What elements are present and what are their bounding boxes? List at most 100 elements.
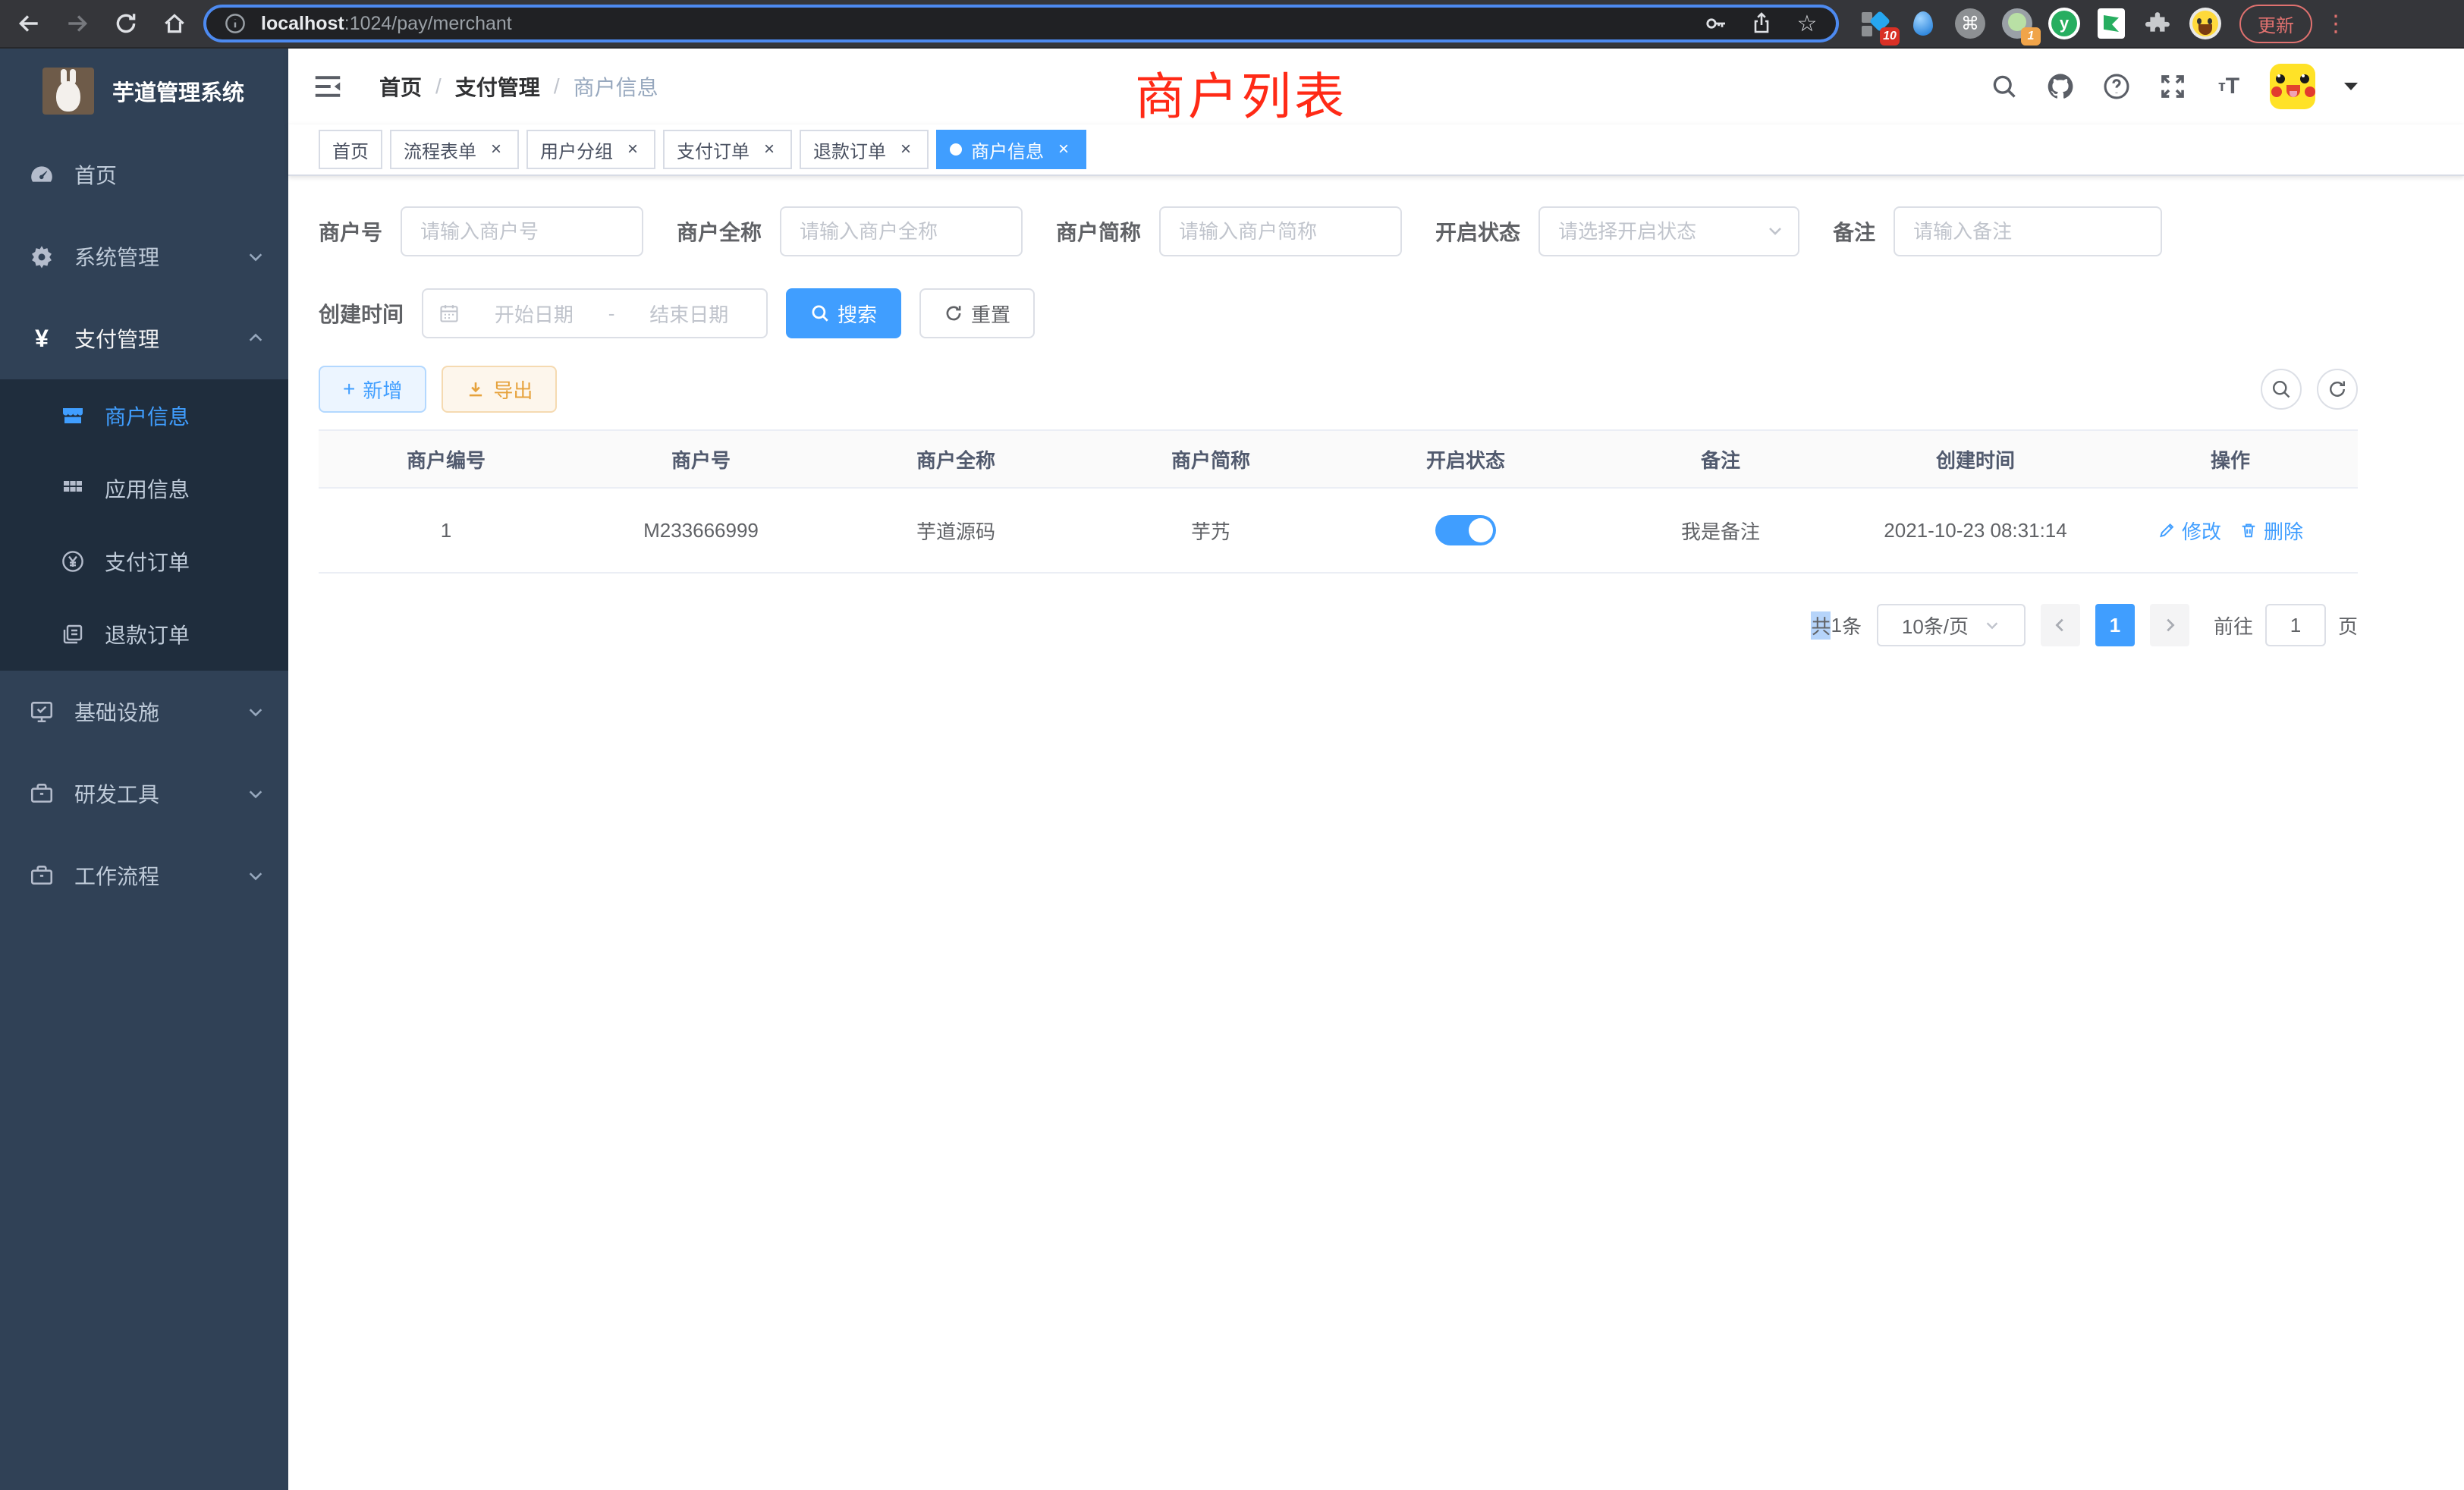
browser-menu-icon[interactable]: ⋮	[2324, 11, 2347, 37]
export-button[interactable]: 导出	[442, 366, 557, 413]
sidebar-item-devtools[interactable]: 研发工具	[0, 753, 288, 835]
url-bar[interactable]: localhost:1024/pay/merchant ☆	[203, 5, 1839, 42]
refresh-table-button[interactable]	[2317, 369, 2358, 410]
col-status: 开启状态	[1338, 431, 1593, 487]
goto-label: 前往	[2214, 611, 2253, 640]
close-icon[interactable]: ×	[1054, 140, 1073, 159]
cell-create-time: 2021-10-23 08:31:14	[1848, 489, 2103, 572]
cell-merchant-id: 1	[319, 489, 574, 572]
breadcrumb: 首页 / 支付管理 / 商户信息	[379, 71, 658, 102]
sidebar-item-payment[interactable]: ¥ 支付管理	[0, 297, 288, 379]
close-icon[interactable]: ×	[624, 140, 642, 159]
breadcrumb-home[interactable]: 首页	[379, 71, 422, 102]
avatar-caret-down-icon[interactable]	[2344, 83, 2358, 90]
extension-blue-diamond-icon[interactable]: 10	[1860, 8, 1892, 39]
sidebar-item-refund-order[interactable]: 退款订单	[0, 598, 288, 671]
table-header-row: 商户编号 商户号 商户全称 商户简称 开启状态 备注 创建时间 操作	[319, 431, 2358, 489]
sidebar-item-workflow[interactable]: 工作流程	[0, 835, 288, 916]
sidebar-item-label: 商户信息	[105, 401, 190, 431]
prev-page-button[interactable]	[2041, 604, 2080, 646]
home-icon[interactable]	[161, 10, 188, 37]
sidebar-collapse-icon[interactable]	[313, 71, 343, 102]
main-area: 商户列表 首页 / 支付管理 / 商户信息 тT	[288, 49, 2464, 1490]
sidebar-item-label: 研发工具	[74, 778, 159, 809]
sidebar-item-app-info[interactable]: 应用信息	[0, 452, 288, 525]
extension-balloon-icon[interactable]	[1907, 8, 1939, 39]
screen: localhost:1024/pay/merchant ☆ 10 ⌘ 1 y	[0, 0, 2464, 1490]
merchant-no-input[interactable]	[401, 206, 643, 256]
forward-icon[interactable]	[64, 10, 91, 37]
calendar-icon	[438, 303, 460, 324]
reset-button[interactable]: 重置	[919, 288, 1035, 338]
reload-icon[interactable]	[112, 10, 140, 37]
font-size-icon[interactable]: тT	[2214, 71, 2244, 102]
sidebar-item-system[interactable]: 系统管理	[0, 215, 288, 297]
help-icon[interactable]	[2101, 71, 2132, 102]
col-full-name: 商户全称	[828, 431, 1083, 487]
close-icon[interactable]: ×	[897, 140, 915, 159]
chrome-update-button[interactable]: 更新	[2239, 5, 2312, 43]
merchant-short-input[interactable]	[1159, 206, 1402, 256]
dashboard-icon	[29, 162, 55, 187]
close-icon[interactable]: ×	[760, 140, 778, 159]
browser-profile-avatar[interactable]	[2189, 8, 2221, 39]
extension-y-icon[interactable]: y	[2048, 8, 2080, 39]
bookmark-star-icon[interactable]: ☆	[1793, 10, 1821, 37]
create-time-range-input[interactable]: 开始日期 - 结束日期	[422, 288, 768, 338]
search-button[interactable]: 搜索	[786, 288, 901, 338]
col-merchant-no: 商户号	[574, 431, 828, 487]
sidebar-item-home[interactable]: 首页	[0, 134, 288, 215]
sidebar-item-infra[interactable]: 基础设施	[0, 671, 288, 753]
sidebar-item-merchant-info[interactable]: 商户信息	[0, 379, 288, 452]
plus-icon: +	[343, 379, 355, 400]
tab-merchant-info[interactable]: 商户信息×	[936, 130, 1086, 169]
github-icon[interactable]	[2045, 71, 2076, 102]
status-toggle[interactable]	[1435, 515, 1496, 545]
extensions-puzzle-icon[interactable]	[2142, 8, 2174, 39]
add-button[interactable]: + 新增	[319, 366, 426, 413]
page-number-1[interactable]: 1	[2095, 604, 2135, 646]
extension-flag-icon[interactable]	[2095, 8, 2127, 39]
fullscreen-icon[interactable]	[2158, 71, 2188, 102]
remark-input[interactable]	[1894, 206, 2162, 256]
logo-row[interactable]: 芋道管理系统	[0, 49, 288, 134]
chevron-down-icon	[247, 867, 264, 884]
tab-home[interactable]: 首页	[319, 130, 382, 169]
page-size-select[interactable]: 10条/页	[1877, 604, 2026, 646]
extension-command-icon[interactable]: ⌘	[1954, 8, 1986, 39]
delete-link[interactable]: 删除	[2239, 517, 2303, 545]
tab-process-form[interactable]: 流程表单×	[390, 130, 519, 169]
browser-toolbar: localhost:1024/pay/merchant ☆ 10 ⌘ 1 y	[0, 0, 2464, 49]
user-avatar[interactable]	[2270, 64, 2315, 109]
pencil-icon	[2158, 521, 2176, 539]
back-icon[interactable]	[15, 10, 42, 37]
create-time-label: 创建时间	[319, 298, 404, 328]
toggle-search-button[interactable]	[2261, 369, 2302, 410]
next-page-button[interactable]	[2150, 604, 2189, 646]
pagination-total: 共1条	[1811, 611, 1862, 640]
toolbox-icon	[29, 781, 55, 806]
goto-page-input[interactable]	[2265, 604, 2326, 646]
share-icon[interactable]	[1748, 10, 1775, 37]
tab-pay-order[interactable]: 支付订单×	[663, 130, 792, 169]
tab-refund-order[interactable]: 退款订单×	[800, 130, 929, 169]
merchant-name-input[interactable]	[780, 206, 1023, 256]
extension-profile-icon[interactable]: 1	[2001, 8, 2033, 39]
merchant-no-label: 商户号	[319, 216, 382, 247]
pagination: 共1条 10条/页 1 前往 页	[319, 604, 2358, 646]
sidebar-item-pay-order[interactable]: 支付订单	[0, 525, 288, 598]
breadcrumb-payment[interactable]: 支付管理	[455, 71, 540, 102]
status-select[interactable]	[1538, 206, 1799, 256]
key-icon[interactable]	[1702, 10, 1730, 37]
edit-link[interactable]: 修改	[2158, 517, 2221, 545]
tab-user-group[interactable]: 用户分组×	[526, 130, 655, 169]
filter-row-1: 商户号 商户全称 商户简称 开启状态	[319, 206, 2358, 256]
sidebar-item-label: 工作流程	[74, 860, 159, 891]
search-icon[interactable]	[1989, 71, 2019, 102]
site-info-icon[interactable]	[222, 10, 249, 37]
page-content: 商户号 商户全称 商户简称 开启状态	[288, 176, 2464, 677]
merchant-name-label: 商户全称	[677, 216, 762, 247]
close-icon[interactable]: ×	[487, 140, 505, 159]
url-text[interactable]: localhost:1024/pay/merchant	[261, 13, 1702, 35]
sidebar-item-label: 首页	[74, 159, 117, 190]
